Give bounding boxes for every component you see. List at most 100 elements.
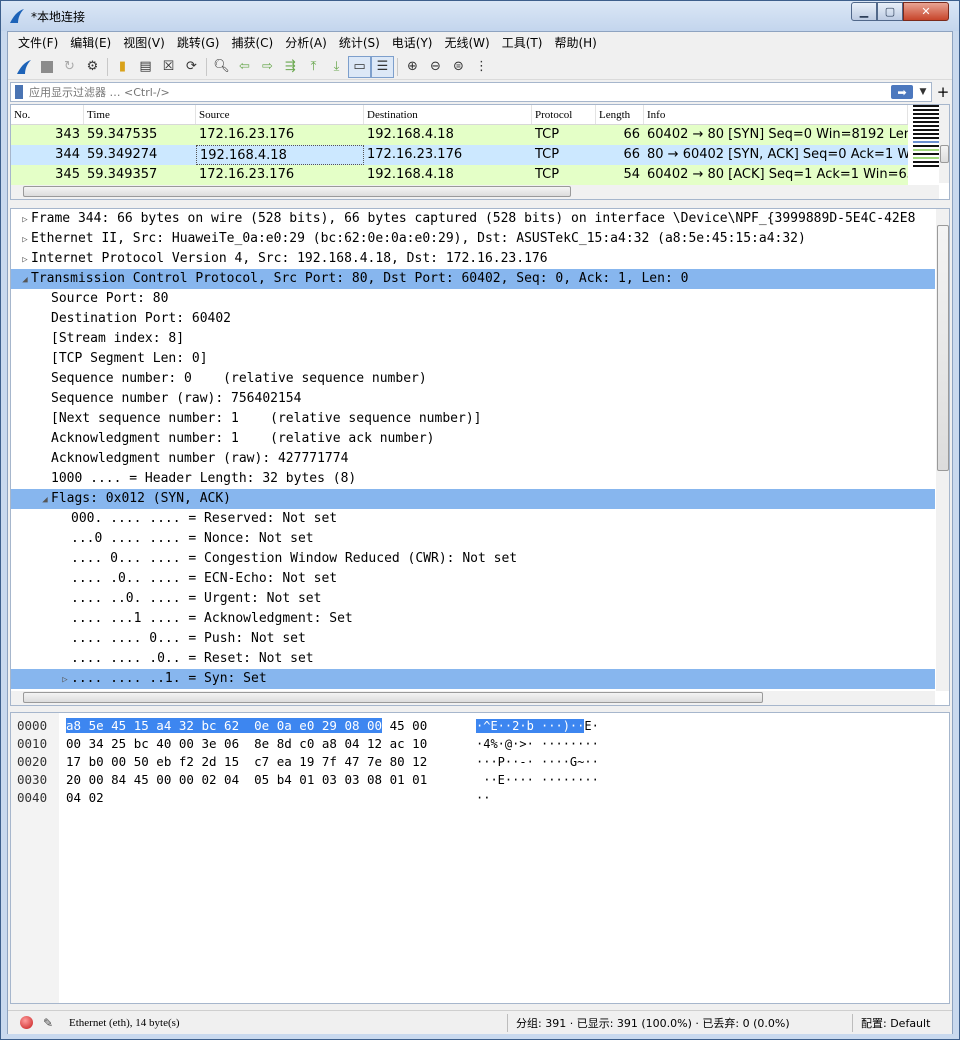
menu-view[interactable]: 视图(V): [117, 33, 171, 53]
detail-tree-item[interactable]: Destination Port: 60402: [11, 309, 935, 329]
expand-toggle-icon[interactable]: ▷: [19, 230, 31, 249]
title-bar[interactable]: *本地连接 ▁ ▢ ✕: [1, 1, 959, 31]
close-button[interactable]: ✕: [903, 2, 949, 21]
go-back-icon[interactable]: ⇦: [233, 56, 256, 78]
expand-toggle-icon[interactable]: ▷: [19, 210, 31, 229]
expert-info-icon[interactable]: [20, 1016, 33, 1029]
column-header-info[interactable]: Info: [644, 105, 908, 124]
details-horizontal-scrollbar[interactable]: [11, 691, 935, 705]
ascii-bytes[interactable]: ···P··-· ····G~··: [476, 753, 599, 771]
bookmark-icon[interactable]: [15, 85, 23, 99]
ascii-bytes[interactable]: ··E···· ········: [476, 771, 599, 789]
open-file-icon[interactable]: ▮: [111, 56, 134, 78]
detail-tree-item[interactable]: Source Port: 80: [11, 289, 935, 309]
column-header-destination[interactable]: Destination: [364, 105, 532, 124]
expand-toggle-icon[interactable]: ◢: [19, 270, 31, 289]
column-header-time[interactable]: Time: [84, 105, 196, 124]
ascii-bytes[interactable]: ··: [476, 789, 490, 807]
maximize-button[interactable]: ▢: [877, 2, 903, 21]
menu-analyze[interactable]: 分析(A): [279, 33, 333, 53]
detail-tree-item[interactable]: 1000 .... = Header Length: 32 bytes (8): [11, 469, 935, 489]
hex-bytes[interactable]: 04 02: [66, 789, 104, 807]
zoom-normal-icon[interactable]: ⊜: [447, 56, 470, 78]
detail-tree-item[interactable]: .... .... .0.. = Reset: Not set: [11, 649, 935, 669]
menu-go[interactable]: 跳转(G): [171, 33, 226, 53]
hex-bytes[interactable]: 17 b0 00 50 eb f2 2d 15 c7 ea 19 7f 47 7…: [66, 753, 427, 771]
capture-options-icon[interactable]: ⚙: [81, 56, 104, 78]
autoscroll-icon[interactable]: ▭: [348, 55, 371, 78]
detail-tree-item[interactable]: ...0 .... .... = Nonce: Not set: [11, 529, 935, 549]
expand-toggle-icon[interactable]: ▷: [19, 250, 31, 269]
detail-tree-item[interactable]: Sequence number: 0 (relative sequence nu…: [11, 369, 935, 389]
detail-tree-item[interactable]: Sequence number (raw): 756402154: [11, 389, 935, 409]
detail-tree-item[interactable]: ▷.... .... ..1. = Syn: Set: [11, 669, 935, 689]
ascii-text: ··E···· ········: [476, 773, 599, 787]
zoom-out-icon[interactable]: ⊖: [424, 56, 447, 78]
hex-bytes[interactable]: a8 5e 45 15 a4 32 bc 62 0e 0a e0 29 08 0…: [66, 717, 427, 735]
menu-tools[interactable]: 工具(T): [496, 33, 549, 53]
hex-bytes[interactable]: 20 00 84 45 00 00 02 04 05 b4 01 03 03 0…: [66, 771, 427, 789]
packet-row-selected[interactable]: 344 59.349274 192.168.4.18 172.16.23.176…: [11, 145, 908, 165]
display-filter-input[interactable]: [29, 85, 891, 99]
profile-selector[interactable]: 配置: Default: [861, 1015, 930, 1031]
detail-tree-item[interactable]: ▷ Internet Protocol Version 4, Src: 192.1…: [11, 249, 935, 269]
menu-capture[interactable]: 捕获(C): [225, 33, 279, 53]
filter-history-dropdown-icon[interactable]: ▼: [917, 87, 929, 97]
detail-tree-item[interactable]: Acknowledgment number: 1 (relative ack n…: [11, 429, 935, 449]
detail-tree-item[interactable]: .... ...1 .... = Acknowledgment: Set: [11, 609, 935, 629]
detail-tree-item[interactable]: ◢ Flags: 0x012 (SYN, ACK): [11, 489, 935, 509]
menu-statistics[interactable]: 统计(S): [333, 33, 386, 53]
colorize-icon[interactable]: ☰: [371, 55, 394, 78]
apply-filter-arrow-icon[interactable]: ➡: [891, 85, 913, 99]
save-file-icon[interactable]: ▤: [134, 56, 157, 78]
column-header-source[interactable]: Source: [196, 105, 364, 124]
detail-tree-item[interactable]: [TCP Segment Len: 0]: [11, 349, 935, 369]
find-packet-icon[interactable]: 🔍︎: [210, 56, 233, 78]
detail-tree-item[interactable]: [Stream index: 8]: [11, 329, 935, 349]
hex-bytes[interactable]: 00 34 25 bc 40 00 3e 06 8e 8d c0 a8 04 1…: [66, 735, 427, 753]
close-file-icon[interactable]: ☒: [157, 56, 180, 78]
minimize-button[interactable]: ▁: [851, 2, 877, 21]
packet-minimap[interactable]: [913, 105, 939, 183]
menu-wireless[interactable]: 无线(W): [439, 33, 496, 53]
ascii-bytes[interactable]: ·^E··2·b ···)··E·: [476, 717, 599, 735]
column-header-no[interactable]: No.: [11, 105, 84, 124]
detail-tree-item[interactable]: .... 0... .... = Congestion Window Reduc…: [11, 549, 935, 569]
add-filter-button[interactable]: +: [936, 82, 950, 102]
detail-tree-item[interactable]: ▷ Ethernet II, Src: HuaweiTe_0a:e0:29 (bc…: [11, 229, 935, 249]
menu-file[interactable]: 文件(F): [12, 33, 64, 53]
go-to-packet-icon[interactable]: ⇶: [279, 56, 302, 78]
packet-list-horizontal-scrollbar[interactable]: [11, 185, 939, 199]
detail-tree-item[interactable]: .... ..0. .... = Urgent: Not set: [11, 589, 935, 609]
detail-tree-item[interactable]: ▷ Frame 344: 66 bytes on wire (528 bits),…: [11, 209, 935, 229]
zoom-in-icon[interactable]: ⊕: [401, 56, 424, 78]
menu-telephony[interactable]: 电话(Y): [386, 33, 439, 53]
detail-tree-item[interactable]: [Next sequence number: 1 (relative seque…: [11, 409, 935, 429]
go-forward-icon[interactable]: ⇨: [256, 56, 279, 78]
column-header-length[interactable]: Length: [596, 105, 644, 124]
expand-toggle-icon[interactable]: ◢: [39, 490, 51, 509]
detail-tree-item[interactable]: ◢ Transmission Control Protocol, Src Port…: [11, 269, 935, 289]
menu-help[interactable]: 帮助(H): [548, 33, 602, 53]
packet-row[interactable]: 345 59.349357 172.16.23.176 192.168.4.18…: [11, 165, 908, 185]
last-packet-icon[interactable]: ⤓: [325, 56, 348, 78]
detail-tree-item[interactable]: 000. .... .... = Reserved: Not set: [11, 509, 935, 529]
column-header-protocol[interactable]: Protocol: [532, 105, 596, 124]
expand-toggle-icon[interactable]: ▷: [59, 670, 71, 689]
ascii-bytes[interactable]: ·4%·@·>· ········: [476, 735, 599, 753]
first-packet-icon[interactable]: ⤒: [302, 56, 325, 78]
packet-destination: 192.168.4.18: [367, 167, 454, 182]
details-vertical-scrollbar[interactable]: [936, 209, 949, 691]
detail-tree-item[interactable]: .... .... 0... = Push: Not set: [11, 629, 935, 649]
detail-tree-item[interactable]: .... .0.. .... = ECN-Echo: Not set: [11, 569, 935, 589]
packet-row[interactable]: 343 59.347535 172.16.23.176 192.168.4.18…: [11, 125, 908, 145]
detail-tree-item[interactable]: Acknowledgment number (raw): 427771774: [11, 449, 935, 469]
stop-capture-icon[interactable]: [35, 56, 58, 78]
resize-columns-icon[interactable]: ⋮: [470, 56, 493, 78]
restart-capture-icon[interactable]: ↻: [58, 56, 81, 78]
menu-edit[interactable]: 编辑(E): [64, 33, 117, 53]
reload-file-icon[interactable]: ⟳: [180, 56, 203, 78]
capture-comment-icon[interactable]: ✎: [41, 1016, 55, 1030]
packet-list-vertical-scrollbar[interactable]: [939, 105, 949, 183]
start-capture-icon[interactable]: [12, 56, 35, 78]
